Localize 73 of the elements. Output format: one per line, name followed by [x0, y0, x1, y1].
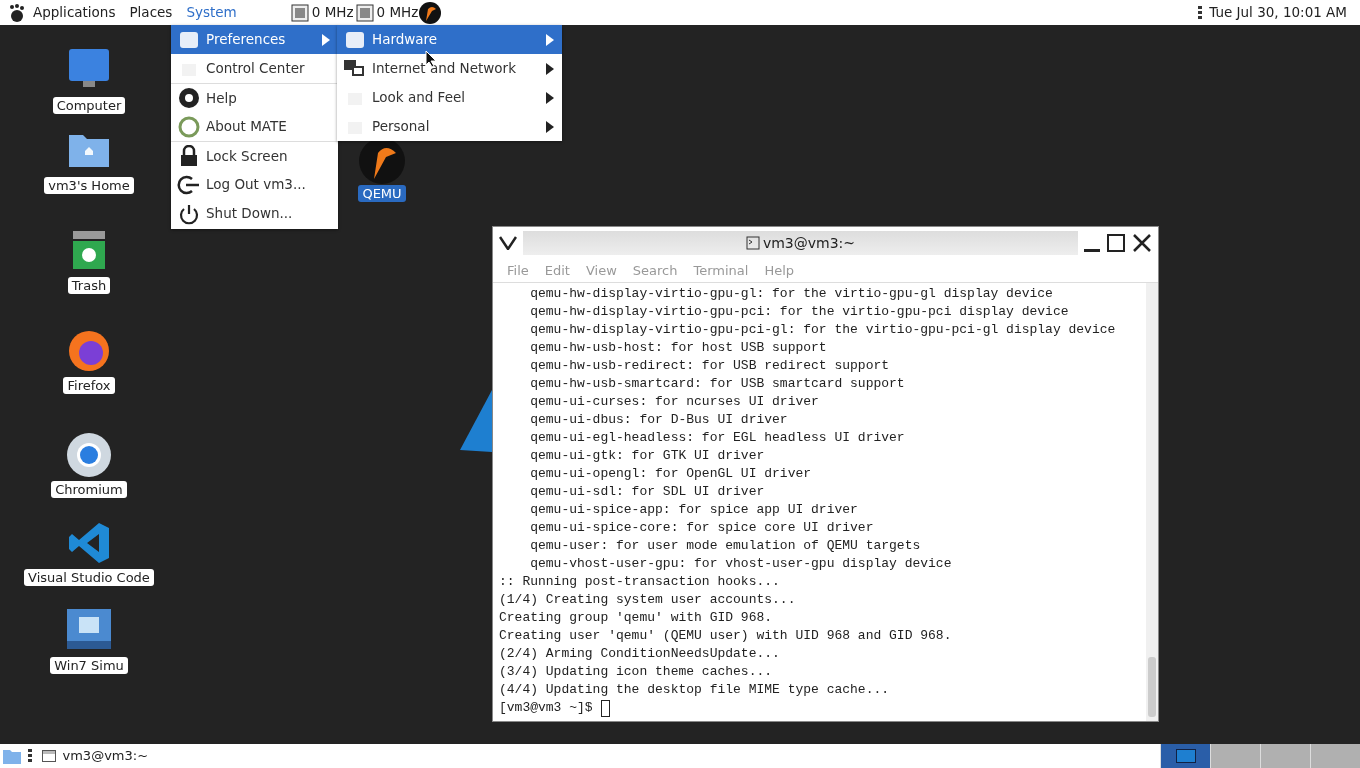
terminal-line: qemu-hw-usb-smartcard: for USB smartcard support: [529, 375, 906, 393]
chromium-icon: [65, 431, 113, 479]
icon-label[interactable]: Firefox: [63, 377, 115, 394]
clock: Tue Jul 30, 10:01 AM: [1208, 3, 1348, 23]
terminal-line: (2/4) Arming ConditionNeedsUpdate...: [499, 645, 781, 663]
folder-icon: [2, 747, 22, 765]
overflow-icon: [1198, 4, 1203, 21]
text-cursor: [600, 699, 610, 717]
terminal-line: qemu-ui-egl-headless: for EGL headless UI driver: [529, 429, 906, 447]
window-title: vm3@vm3:~: [762, 233, 856, 253]
terminal-line: qemu-hw-usb-host: for host USB support: [529, 339, 828, 357]
prompt: [vm3@vm3 ~]$: [499, 699, 593, 717]
terminal-line: qemu-ui-curses: for ncurses UI driver: [529, 393, 820, 411]
terminal-line: qemu-ui-sdl: for SDL UI driver: [529, 483, 766, 501]
menu-item[interactable]: Personal: [337, 112, 562, 141]
terminal-line: (3/4) Updating icon theme caches...: [499, 663, 774, 681]
terminal-line: qemu-ui-gtk: for GTK UI driver: [529, 447, 766, 465]
terminal-line: qemu-vhost-user-gpu: for vhost-user-gpu display device: [529, 555, 953, 573]
logout-icon: [177, 173, 201, 196]
terminal-line: :: Running post-transaction hooks...: [499, 573, 781, 591]
minimize-icon: [1084, 248, 1100, 252]
mate-logo-icon: [177, 115, 201, 138]
menu-item[interactable]: Shut Down...: [171, 199, 338, 228]
terminal-line: qemu-hw-display-virtio-gpu-pci-gl: for the virtio-gpu-pci-gl display device: [529, 321, 1117, 339]
submenu-arrow-icon: [546, 120, 554, 133]
terminal-line: Creating user 'qemu' (QEMU user) with UID 968 and GID 968.: [499, 627, 953, 645]
power-icon: [177, 202, 201, 225]
terminal-line: qemu-hw-display-virtio-gpu-pci: for the virtio-gpu-pci display device: [529, 303, 1070, 321]
icon-label[interactable]: vm3's Home: [44, 177, 134, 194]
chevron-icon: [499, 236, 517, 250]
terminal-line: qemu-ui-dbus: for D-Bus UI driver: [529, 411, 789, 429]
menu-item[interactable]: Preferences: [171, 25, 338, 54]
taskbar-button[interactable]: vm3@vm3:~: [38, 746, 153, 766]
bird-icon: [418, 0, 443, 25]
submenu-arrow-icon: [546, 33, 554, 46]
panel-menu[interactable]: Applications: [26, 2, 123, 23]
terminal-line: qemu-ui-opengl: for OpenGL UI driver: [529, 465, 813, 483]
workspace-button[interactable]: [1160, 744, 1210, 768]
close-icon: [1132, 233, 1152, 253]
submenu-arrow-icon: [546, 62, 554, 75]
terminal-line: qemu-ui-spice-app: for spice app UI driver: [529, 501, 859, 519]
terminal-line: qemu-user: for user mode emulation of QEMU targets: [529, 537, 922, 555]
maximize-icon: [1106, 233, 1126, 253]
window-icon: [42, 750, 56, 762]
terminal-line: Creating group 'qemu' with GID 968.: [499, 609, 774, 627]
scrollbar-thumb[interactable]: [1148, 657, 1156, 717]
icon-label[interactable]: Trash: [67, 277, 111, 294]
menu-item[interactable]: Lock Screen: [171, 141, 338, 170]
panel-menu[interactable]: Places: [122, 2, 180, 23]
terminal-icon: [745, 236, 760, 250]
submenu-arrow-icon: [546, 91, 554, 104]
menu-item[interactable]: About MATE: [171, 112, 338, 141]
panel-menu[interactable]: System: [179, 2, 244, 23]
menu-item[interactable]: Look and Feel: [337, 83, 562, 112]
menu-item[interactable]: Hardware: [337, 25, 562, 54]
cpu-chip-icon: [353, 2, 376, 23]
icon-label[interactable]: QEMU: [358, 185, 406, 202]
terminal-line: qemu-hw-usb-redirect: for USB redirect support: [529, 357, 891, 375]
terminal-line: (1/4) Creating system user accounts...: [499, 591, 797, 609]
lifebuoy-icon: [177, 87, 201, 109]
cpu-chip-icon: [288, 2, 311, 23]
icon-label[interactable]: Win7 Simu: [50, 657, 128, 674]
menu-item[interactable]: Control Center: [171, 54, 338, 83]
menu-item[interactable]: Log Out vm3...: [171, 170, 338, 199]
cpu-frequency: 0 MHz: [310, 3, 354, 23]
terminal-line: qemu-hw-display-virtio-gpu-gl: for the virtio-gpu-gl display device: [529, 285, 1054, 303]
icon-label[interactable]: Chromium: [51, 481, 127, 498]
cpu-frequency: 0 MHz: [375, 3, 419, 23]
icon-label[interactable]: Computer: [52, 97, 126, 114]
overflow-icon: [28, 748, 32, 764]
terminal-line: (4/4) Updating the desktop file MIME type cache...: [499, 681, 891, 699]
icon-label[interactable]: Visual Studio Code: [24, 569, 154, 586]
terminal-line: qemu-ui-spice-core: for spice core UI driver: [529, 519, 875, 537]
